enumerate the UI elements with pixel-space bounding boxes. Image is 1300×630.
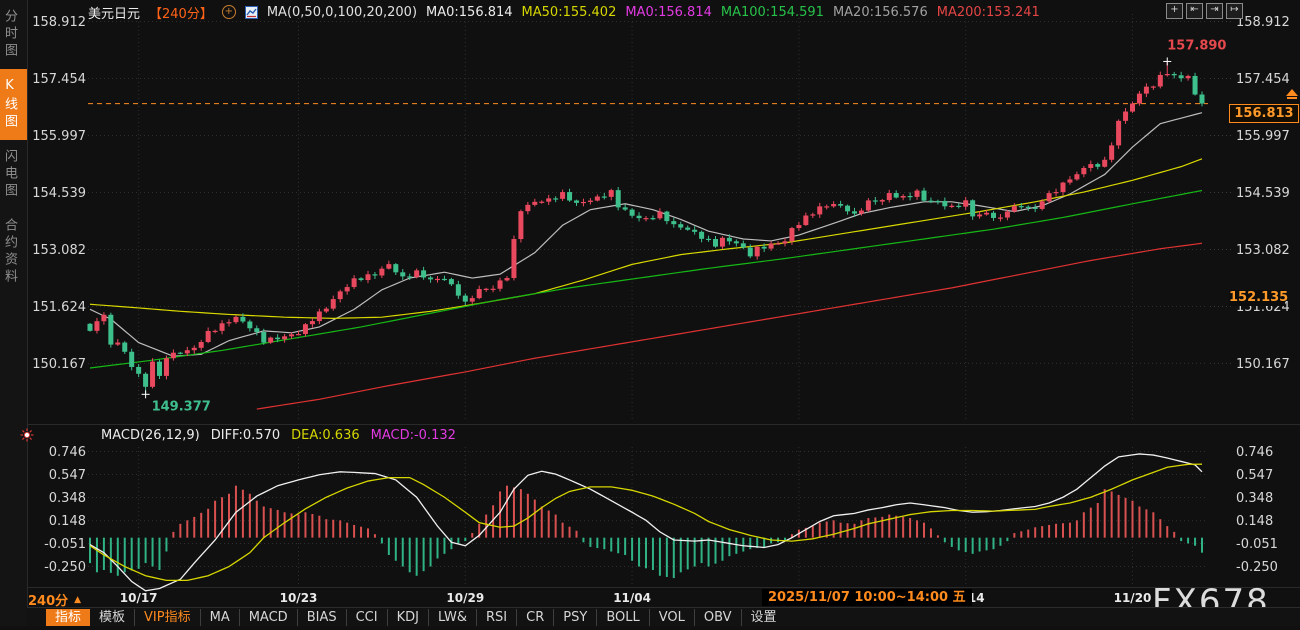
toolbar-item-bias[interactable]: BIAS	[298, 609, 347, 626]
svg-text:154.539: 154.539	[32, 186, 86, 201]
macd-header: MACD(26,12,9) DIFF:0.570 DEA:0.636 MACD:…	[20, 427, 456, 443]
svg-text:0.547: 0.547	[1236, 468, 1273, 483]
ma0-price-value: MA0:156.814	[625, 5, 712, 20]
svg-text:155.997: 155.997	[1236, 129, 1290, 144]
svg-text:153.082: 153.082	[1236, 243, 1290, 258]
ma100-value: MA100:154.591	[721, 5, 824, 20]
svg-text:153.082: 153.082	[32, 243, 86, 258]
svg-text:158.912: 158.912	[1236, 15, 1290, 30]
toolbar-item-templates[interactable]: 模板	[90, 609, 135, 626]
svg-text:0.348: 0.348	[1236, 491, 1273, 506]
svg-text:157.454: 157.454	[1236, 72, 1290, 87]
chart-style-icon[interactable]	[245, 6, 258, 19]
triangle-up-icon: ▲	[74, 595, 81, 605]
svg-text:0.746: 0.746	[1236, 445, 1273, 460]
svg-text:151.624: 151.624	[32, 300, 86, 315]
svg-text:11/04: 11/04	[613, 591, 651, 605]
toolbar-item-boll[interactable]: BOLL	[597, 609, 649, 626]
toolbar-item-kdj[interactable]: KDJ	[388, 609, 429, 626]
svg-text:150.167: 150.167	[32, 357, 86, 372]
indicator-toolbar: 指标 模板 VIP指标 MA MACD BIAS CCI KDJ LW& RSI…	[27, 607, 1300, 626]
svg-text:10/17: 10/17	[120, 591, 158, 605]
toolbar-item-rsi[interactable]: RSI	[477, 609, 517, 626]
toolbar-item-ma[interactable]: MA	[201, 609, 240, 626]
svg-text:-0.250: -0.250	[44, 560, 86, 575]
svg-text:-0.051: -0.051	[1236, 537, 1278, 552]
reference-price-badge: 152.135	[1229, 290, 1285, 306]
ma200-value: MA200:153.241	[937, 5, 1040, 20]
compress-right-icon[interactable]: ⇥	[1206, 3, 1223, 19]
chart-app: { "header": { "symbol": "美元日元", "period"…	[0, 0, 1300, 626]
svg-text:10/23: 10/23	[280, 591, 318, 605]
period-title: 【240分】	[149, 3, 213, 22]
toolbar-item-vip-indicators[interactable]: VIP指标	[135, 609, 201, 626]
pan-right-icon[interactable]: ↦	[1226, 3, 1243, 19]
svg-text:-0.051: -0.051	[44, 537, 86, 552]
toolbar-item-settings[interactable]: 设置	[742, 609, 786, 626]
svg-text:0.746: 0.746	[49, 445, 86, 460]
svg-text:0.148: 0.148	[1236, 514, 1273, 529]
symbol-title: 美元日元	[88, 3, 140, 22]
svg-text:0.547: 0.547	[49, 468, 86, 483]
toolbar-item-indicators[interactable]: 指标	[46, 609, 90, 626]
svg-text:150.167: 150.167	[1236, 357, 1290, 372]
chart-canvas[interactable]: 158.912 158.912 157.454 157.454 155.997 155.9…	[0, 0, 1300, 626]
svg-text:-0.250: -0.250	[1236, 560, 1278, 575]
svg-text:11/20: 11/20	[1114, 591, 1152, 605]
toolbar-item-cci[interactable]: CCI	[347, 609, 388, 626]
toolbar-item-macd[interactable]: MACD	[240, 609, 298, 626]
toolbar-item-vol[interactable]: VOL	[650, 609, 695, 626]
crosshair-icon[interactable]: +	[1166, 3, 1183, 19]
svg-text:149.377: 149.377	[152, 399, 211, 414]
toolbar-item-psy[interactable]: PSY	[554, 609, 597, 626]
macd-params-label: MACD(26,12,9)	[101, 428, 200, 443]
toolbar-item-cr[interactable]: CR	[517, 609, 554, 626]
price-pin-icon	[1286, 89, 1298, 99]
compress-left-icon[interactable]: ⇤	[1186, 3, 1203, 19]
chart-header: 美元日元 【240分】 + MA(0,50,0,100,20,200) MA0:…	[88, 3, 1040, 21]
svg-text:10/29: 10/29	[446, 591, 484, 605]
svg-text:0.348: 0.348	[49, 491, 86, 506]
zoom-out-icon[interactable]: +	[222, 5, 236, 19]
window-controls: + ⇤ ⇥ ↦	[1166, 3, 1243, 19]
svg-text:157.454: 157.454	[32, 72, 86, 87]
price-macd-chart[interactable]: 158.912 158.912 157.454 157.454 155.997 155.9…	[0, 0, 1300, 626]
ma0-value: MA0:156.814	[426, 5, 513, 20]
svg-text:158.912: 158.912	[32, 15, 86, 30]
svg-text:157.890: 157.890	[1167, 38, 1226, 53]
svg-text:154.539: 154.539	[1236, 186, 1290, 201]
macd-dea-value: DEA:0.636	[291, 428, 360, 443]
macd-diff-value: DIFF:0.570	[211, 428, 280, 443]
svg-text:155.997: 155.997	[32, 129, 86, 144]
indicator-settings-icon[interactable]	[20, 428, 34, 442]
hovered-candle-date-badge: 2025/11/07 10:00~14:00 五	[762, 589, 972, 606]
current-price-badge: 156.813	[1229, 104, 1299, 123]
ma50-value: MA50:155.402	[522, 5, 617, 20]
ma20-value: MA20:156.576	[833, 5, 928, 20]
toolbar-item-lw[interactable]: LW&	[429, 609, 477, 626]
toolbar-item-obv[interactable]: OBV	[695, 609, 742, 626]
ma-settings-label: MA(0,50,0,100,20,200)	[267, 5, 417, 20]
svg-text:0.148: 0.148	[49, 514, 86, 529]
macd-hist-value: MACD:-0.132	[371, 428, 456, 443]
